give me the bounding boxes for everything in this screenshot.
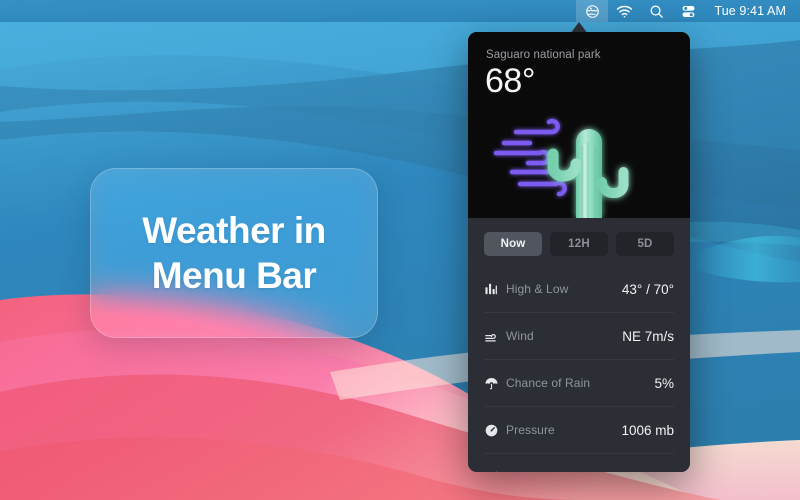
hero-glass-card: Weather in Menu Bar (90, 168, 378, 338)
gauge-icon (484, 423, 506, 438)
current-temperature: 68° (485, 62, 535, 100)
menu-bar-clock[interactable]: Tue 9:41 AM (704, 4, 790, 18)
location-name: Saguaro national park (486, 49, 601, 61)
detail-value: 1006 mb (621, 422, 674, 438)
control-center-icon[interactable] (672, 0, 704, 22)
detail-value: NE 7m/s (622, 328, 674, 344)
cactus-with-wind-illustration (493, 118, 629, 218)
weather-detail-list: High & Low 43° / 70° Wind NE 7m/s Chance… (468, 266, 690, 472)
detail-value: 70° (654, 470, 674, 472)
detail-label: Pressure (506, 423, 555, 437)
weather-popover-panel: Saguaro national park 68° Now 12H 5D Hig… (468, 32, 690, 472)
tab-now[interactable]: Now (484, 232, 542, 256)
detail-row-wind: Wind NE 7m/s (484, 313, 674, 360)
macos-menu-bar: Tue 9:41 AM (0, 0, 800, 22)
dew-point-icon (484, 470, 506, 472)
bar-chart-icon (484, 282, 506, 296)
detail-label: Chance of Rain (506, 376, 591, 390)
hero-title-line-2: Menu Bar (151, 255, 317, 296)
detail-label: Wind (506, 329, 534, 343)
globe-weather-icon[interactable] (576, 0, 609, 22)
hero-title-line-1: Weather in (142, 210, 326, 251)
detail-value: 43° / 70° (621, 281, 674, 297)
umbrella-icon (484, 376, 506, 391)
detail-label: Dew Point (506, 471, 654, 473)
forecast-tab-group: Now 12H 5D (468, 218, 690, 266)
wifi-icon[interactable] (608, 0, 640, 22)
weather-detail-section: Now 12H 5D High & Low 43° / 70° Wind NE … (468, 218, 690, 472)
tab-5d[interactable]: 5D (616, 232, 674, 256)
detail-label: High & Low (506, 282, 569, 296)
detail-row-dew-point: Dew Point 70° (484, 454, 674, 472)
detail-row-chance-of-rain: Chance of Rain 5% (484, 360, 674, 407)
search-icon[interactable] (640, 0, 672, 22)
wind-icon (484, 329, 506, 344)
tab-12h[interactable]: 12H (550, 232, 608, 256)
detail-row-high-low: High & Low 43° / 70° (484, 266, 674, 313)
weather-hero-section: Saguaro national park 68° (468, 32, 690, 218)
detail-row-pressure: Pressure 1006 mb (484, 407, 674, 454)
detail-value: 5% (654, 375, 674, 391)
